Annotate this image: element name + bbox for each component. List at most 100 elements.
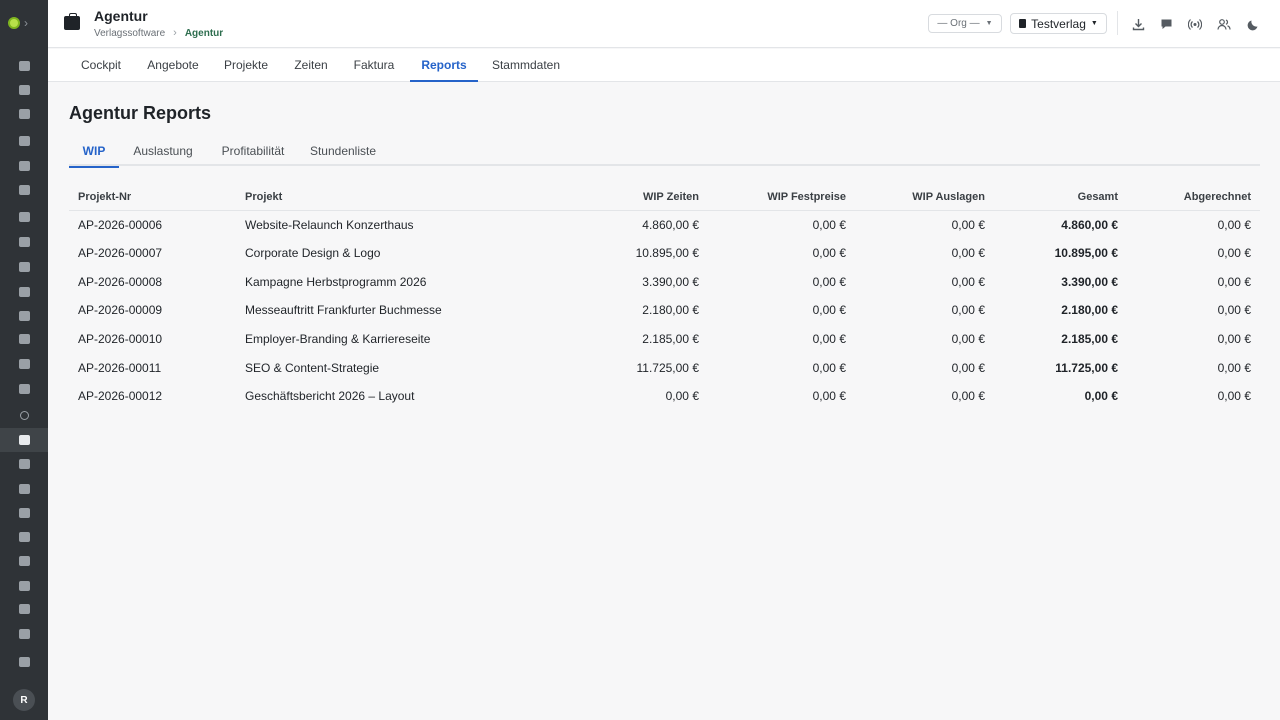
cell-gesamt: 3.390,00 € [1061, 274, 1118, 289]
org-select-value: — Org — [937, 18, 980, 29]
theme-toggle-button[interactable] [1242, 13, 1264, 35]
subtab-stundenliste[interactable]: Stundenliste [304, 136, 382, 166]
document-icon [18, 532, 30, 542]
download-button[interactable] [1127, 13, 1149, 35]
module-tabs: Cockpit Angebote Projekte Zeiten Faktura… [48, 49, 1280, 82]
tab-angebote[interactable]: Angebote [140, 49, 206, 81]
sidebar-item-shield[interactable] [12, 650, 36, 674]
cell-abgerechnet: 0,00 € [1217, 389, 1251, 404]
sidebar-item-layout[interactable] [12, 102, 36, 126]
sidebar-item-briefcase[interactable] [12, 280, 36, 304]
verlag-select[interactable]: Testverlag ▼ [1010, 13, 1107, 34]
tab-faktura[interactable]: Faktura [345, 49, 403, 81]
subtab-wip[interactable]: WIP [69, 136, 119, 168]
column-header-gesamt[interactable]: Gesamt [994, 184, 1127, 211]
users-icon [1217, 18, 1231, 30]
column-header-wip-festpreise[interactable]: WIP Festpreise [708, 184, 855, 211]
sidebar-item-calendar[interactable] [12, 78, 36, 102]
table-row[interactable]: AP-2026-00009 Messeauftritt Frankfurter B… [69, 296, 1260, 325]
users-button[interactable] [1213, 13, 1235, 35]
agency-icon [18, 435, 30, 445]
cell-wip-auslagen: 0,00 € [951, 246, 985, 261]
caret-down-icon: ▼ [985, 20, 993, 27]
cell-wip-auslagen: 0,00 € [951, 332, 985, 347]
sidebar-item-circle[interactable] [12, 403, 36, 427]
chevron-right-icon: › [24, 16, 28, 30]
tab-stammdaten[interactable]: Stammdaten [485, 49, 567, 81]
sidebar-item-store[interactable] [12, 549, 36, 573]
store-icon [18, 556, 30, 566]
cell-abgerechnet: 0,00 € [1217, 274, 1251, 289]
building-icon [1019, 19, 1027, 28]
sidebar-item-dashboard[interactable] [12, 54, 36, 78]
breadcrumb-parent[interactable]: Verlagssoftware [94, 28, 165, 39]
sidebar-item-printer[interactable] [12, 477, 36, 501]
cell-wip-festpreise: 0,00 € [812, 217, 846, 232]
table-row[interactable]: AP-2026-00011 SEO & Content-Strategie 11.7… [69, 353, 1260, 382]
table-row[interactable]: AP-2026-00007 Corporate Design & Logo 10.8… [69, 239, 1260, 268]
chat-button[interactable] [1155, 13, 1177, 35]
cell-abgerechnet: 0,00 € [1217, 217, 1251, 232]
cell-wip-zeiten: 0,00 € [665, 389, 699, 404]
sidebar-item-newspaper[interactable] [12, 304, 36, 328]
table-row[interactable]: AP-2026-00010 Employer-Branding & Karrier… [69, 325, 1260, 354]
column-header-abgerechnet[interactable]: Abgerechnet [1127, 184, 1260, 211]
receipt-icon [18, 334, 30, 344]
cell-gesamt: 0,00 € [1084, 389, 1118, 404]
cell-gesamt: 2.180,00 € [1061, 303, 1118, 318]
newspaper-icon [18, 311, 30, 321]
sidebar-item-speaker[interactable] [12, 452, 36, 476]
subtab-profitabilitaet[interactable]: Profitabilität [214, 136, 292, 166]
sidebar-item-megaphone[interactable] [12, 154, 36, 178]
table-row[interactable]: AP-2026-00008 Kampagne Herbstprogramm 202… [69, 267, 1260, 296]
column-header-wip-zeiten[interactable]: WIP Zeiten [578, 184, 708, 211]
subtab-auslastung[interactable]: Auslastung [127, 136, 199, 166]
sidebar-item-lightbulb[interactable] [12, 205, 36, 229]
tab-zeiten[interactable]: Zeiten [285, 49, 337, 81]
sidebar-item-user-edit[interactable] [12, 129, 36, 153]
cell-projekt-nr: AP-2026-00006 [78, 217, 163, 232]
sidebar-item-library[interactable] [12, 230, 36, 254]
cell-wip-auslagen: 0,00 € [951, 274, 985, 289]
page-title: Agentur Reports [69, 103, 212, 123]
cell-abgerechnet: 0,00 € [1217, 332, 1251, 347]
cell-wip-zeiten: 11.725,00 € [636, 360, 699, 375]
table-row[interactable]: AP-2026-00012 Geschäftsbericht 2026 – Lay… [69, 382, 1260, 411]
calendar-icon [18, 85, 30, 95]
cell-abgerechnet: 0,00 € [1217, 303, 1251, 318]
sidebar-item-book[interactable] [12, 622, 36, 646]
cell-projekt-nr: AP-2026-00012 [78, 389, 163, 404]
sidebar-item-agency[interactable] [0, 428, 48, 452]
avatar[interactable]: R [13, 689, 35, 711]
shield-icon [18, 657, 30, 667]
cell-projekt: SEO & Content-Strategie [245, 360, 380, 375]
sidebar-item-receipt[interactable] [12, 327, 36, 351]
archive-icon [18, 384, 30, 394]
sidebar-item-transfer[interactable] [12, 574, 36, 598]
sidebar-item-chart[interactable] [12, 597, 36, 621]
column-header-projekt-nr[interactable]: Projekt-Nr [69, 184, 236, 211]
tab-cockpit[interactable]: Cockpit [69, 49, 133, 81]
cell-projekt-nr: AP-2026-00010 [78, 332, 163, 347]
cell-abgerechnet: 0,00 € [1217, 360, 1251, 375]
sidebar-item-archive[interactable] [12, 377, 36, 401]
cell-projekt: Kampagne Herbstprogramm 2026 [245, 274, 427, 289]
tab-reports[interactable]: Reports [410, 49, 478, 82]
table-row[interactable]: AP-2026-00006 Website-Relaunch Konzerthau… [69, 210, 1260, 239]
feather-icon [18, 359, 30, 369]
cell-wip-festpreise: 0,00 € [812, 360, 846, 375]
wip-table: Projekt-Nr Projekt WIP Zeiten WIP Festpr… [69, 184, 1260, 411]
sidebar-item-music[interactable] [12, 501, 36, 525]
sidebar-item-send[interactable] [12, 178, 36, 202]
org-select[interactable]: — Org — ▼ [928, 14, 1002, 33]
chat-icon [1161, 19, 1171, 29]
sidebar-item-image[interactable] [12, 255, 36, 279]
sidebar-item-document[interactable] [12, 525, 36, 549]
tab-projekte[interactable]: Projekte [216, 49, 276, 81]
cell-projekt: Employer-Branding & Karriereseite [245, 332, 431, 347]
column-header-wip-auslagen[interactable]: WIP Auslagen [855, 184, 994, 211]
column-header-projekt[interactable]: Projekt [236, 184, 578, 211]
sidebar-toggle[interactable]: › [8, 13, 40, 33]
sidebar-item-feather[interactable] [12, 352, 36, 376]
broadcast-button[interactable] [1184, 13, 1206, 35]
